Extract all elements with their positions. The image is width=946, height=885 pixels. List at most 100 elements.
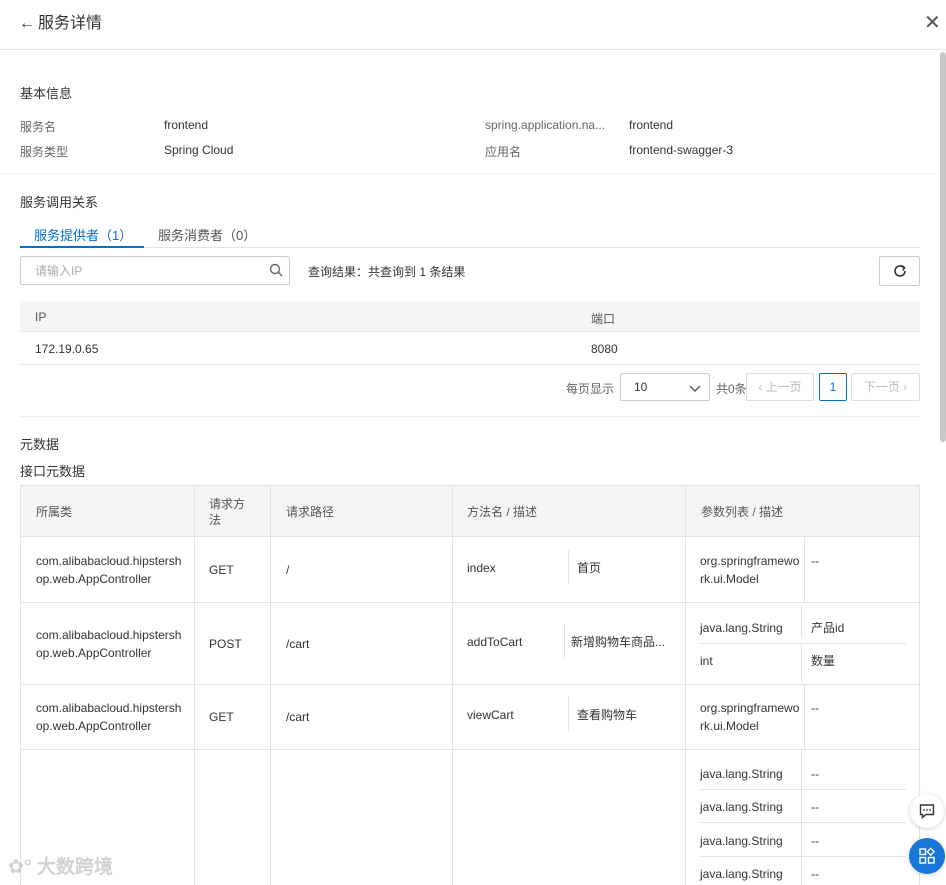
inner-divider (801, 751, 802, 885)
cell-ip: 172.19.0.65 (35, 342, 99, 356)
row-divider (21, 684, 919, 685)
column-header-ip: IP (35, 310, 47, 324)
param-divider (700, 643, 906, 644)
inner-divider (801, 644, 802, 682)
cell-method: POST (209, 637, 242, 651)
row-divider (21, 749, 919, 750)
cell-method-desc: 查看购物车 (577, 708, 638, 722)
inner-divider (804, 537, 805, 602)
close-icon[interactable]: ✕ (924, 12, 941, 34)
interface-metadata-table: 所属类 请求方 法 请求路径 方法名 / 描述 参数列表 / 描述 com.al… (20, 485, 920, 885)
field-label-service-name: 服务名 (20, 120, 57, 134)
apps-button[interactable] (909, 838, 945, 874)
ip-search-box[interactable] (20, 256, 290, 285)
param-divider (700, 822, 906, 823)
cell-param-type: java.lang.String (700, 767, 783, 781)
feedback-button[interactable] (910, 794, 944, 828)
chevron-down-icon (689, 385, 701, 392)
column-header-path: 请求路径 (286, 505, 335, 519)
column-header-params: 参数列表 / 描述 (701, 505, 784, 519)
field-value-service-name: frontend (164, 118, 209, 132)
param-divider (700, 856, 906, 857)
column-header-method: 请求方 法 (209, 497, 246, 527)
cell-param-desc: 产品id (811, 621, 845, 635)
column-header-class: 所属类 (36, 505, 73, 519)
cell-param-desc: -- (811, 800, 819, 814)
field-value-app-name-prop: frontend (629, 118, 674, 132)
cell-param-desc: -- (811, 701, 819, 715)
cell-param-type: org.springframework.ui.Model (700, 554, 800, 586)
scrollbar[interactable] (940, 52, 946, 442)
inner-divider (568, 550, 569, 584)
prev-page-button[interactable]: ‹ 上一页 (746, 373, 814, 401)
cell-param-desc: -- (811, 554, 819, 568)
cell-method: GET (209, 710, 234, 724)
cell-class: com.alibabacloud.hipstershop.web.AppCont… (36, 701, 182, 733)
chat-icon (919, 804, 935, 820)
relations-title: 服务调用关系 (20, 195, 99, 210)
ip-search-input[interactable] (21, 257, 251, 284)
apps-icon (919, 847, 936, 864)
inner-divider (568, 697, 569, 731)
cell-path: / (286, 563, 290, 577)
page-size-label: 每页显示 (566, 382, 615, 396)
cell-port: 8080 (591, 342, 618, 356)
cell-path: /cart (286, 710, 310, 724)
interface-metadata-title: 接口元数据 (20, 464, 86, 479)
cell-param-type: int (700, 654, 713, 668)
page-header: ← 服务详情 ✕ (0, 0, 946, 50)
column-divider (270, 486, 271, 885)
watermark: ✿° 大数跨境 (8, 857, 113, 878)
cell-param-desc: -- (811, 867, 819, 881)
cell-method-desc: 新增购物车商品... (571, 635, 666, 649)
cell-param-type: java.lang.String (700, 621, 783, 635)
tabs-baseline (20, 247, 920, 248)
cell-method-name: addToCart (467, 635, 523, 649)
cell-method-name: index (467, 561, 496, 575)
cell-param-type: java.lang.String (700, 867, 783, 881)
refresh-button[interactable] (879, 256, 920, 286)
inner-divider (804, 684, 805, 749)
query-result-text: 查询结果：共查询到 1 条结果 (308, 265, 466, 279)
param-divider (700, 789, 906, 790)
cell-method: GET (209, 563, 234, 577)
total-count: 共0条 (716, 382, 747, 396)
cell-param-desc: -- (811, 767, 819, 781)
chevron-right-icon: › (903, 380, 908, 394)
column-divider (194, 486, 195, 885)
column-header-port: 端口 (591, 312, 616, 326)
cell-param-desc: 数量 (811, 654, 836, 668)
cell-class: com.alibabacloud.hipstershop.web.AppCont… (36, 554, 182, 586)
active-tab-indicator (20, 246, 144, 248)
row-divider (21, 602, 919, 603)
page-size-value: 10 (634, 380, 648, 394)
search-icon[interactable] (268, 262, 284, 278)
field-value-service-type: Spring Cloud (164, 143, 234, 157)
cell-param-type: org.springframework.ui.Model (700, 701, 800, 733)
metadata-title: 元数据 (20, 437, 60, 452)
chevron-left-icon: ‹ (758, 380, 763, 394)
field-value-app-name: frontend-swagger-3 (629, 143, 734, 157)
cell-param-desc: -- (811, 834, 819, 848)
tab-consumers[interactable]: 服务消费者（0） (158, 225, 256, 244)
watermark-logo-icon: ✿° (8, 857, 32, 878)
cell-path: /cart (286, 637, 310, 651)
basic-info-title: 基本信息 (20, 86, 73, 101)
tab-providers[interactable]: 服务提供者（1） (34, 225, 132, 244)
refresh-icon (893, 264, 906, 277)
page-number-1[interactable]: 1 (819, 373, 847, 401)
field-label-app-name-prop: spring.application.na... (485, 118, 606, 132)
page-size-select[interactable]: 10 (620, 373, 710, 401)
back-arrow-icon[interactable]: ← (19, 15, 35, 33)
cell-class: com.alibabacloud.hipstershop.web.AppCont… (36, 628, 182, 660)
section-divider (0, 173, 938, 174)
field-label-service-type: 服务类型 (20, 145, 69, 159)
page-title: 服务详情 (38, 15, 103, 32)
field-label-app-name: 应用名 (485, 145, 522, 159)
cell-param-type: java.lang.String (700, 834, 783, 848)
next-page-button[interactable]: 下一页 › (851, 373, 920, 401)
column-divider (685, 486, 686, 885)
inner-divider (801, 606, 802, 638)
column-header-method-name: 方法名 / 描述 (467, 505, 538, 519)
column-divider (452, 486, 453, 885)
